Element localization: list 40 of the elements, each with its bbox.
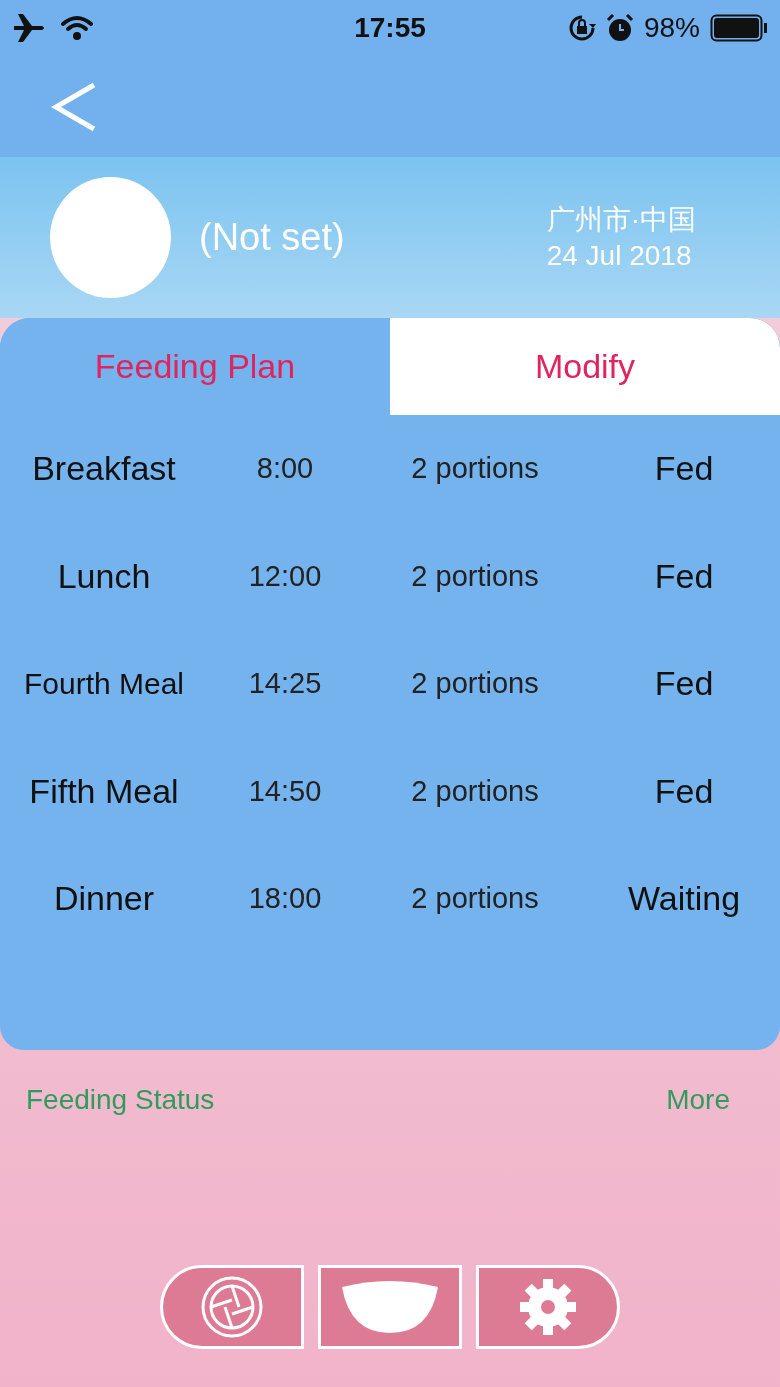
meal-status: Fed bbox=[653, 556, 715, 596]
feeding-status-title: Feeding Status bbox=[26, 1084, 215, 1116]
meal-status: Fed bbox=[653, 664, 715, 704]
rotation-lock-icon bbox=[567, 14, 596, 42]
meal-time: 14:25 bbox=[247, 667, 323, 701]
meal-time: 14:50 bbox=[247, 774, 323, 808]
meal-name: Dinner bbox=[52, 879, 156, 919]
date: 24 Jul 2018 bbox=[546, 238, 693, 273]
meal-name: Breakfast bbox=[31, 449, 177, 489]
meal-status: Waiting bbox=[626, 879, 742, 919]
battery-icon bbox=[710, 14, 768, 42]
alarm-icon bbox=[605, 14, 634, 42]
meal-name: Lunch bbox=[56, 556, 152, 596]
location: 广州市·中国 bbox=[546, 202, 696, 237]
meal-portions: 2 portions bbox=[410, 667, 540, 701]
meal-portions: 2 portions bbox=[410, 559, 540, 593]
clock-time: 17:55 bbox=[354, 12, 426, 44]
settings-icon bbox=[519, 1278, 577, 1336]
meal-portions: 2 portions bbox=[410, 882, 540, 916]
meal-time: 18:00 bbox=[247, 882, 323, 916]
toolbar-button[interactable] bbox=[318, 1265, 462, 1349]
aperture-icon bbox=[201, 1276, 263, 1338]
bowl-icon bbox=[340, 1279, 440, 1335]
meal-portions: 2 portions bbox=[410, 774, 540, 808]
airplane-icon bbox=[12, 13, 46, 43]
meal-portions: 2 portions bbox=[410, 452, 540, 486]
meal-time: 8:00 bbox=[255, 452, 315, 486]
meal-name: Fifth Meal bbox=[28, 771, 180, 811]
wifi-icon bbox=[60, 15, 94, 41]
meal-status: Fed bbox=[653, 449, 715, 489]
meal-time: 12:00 bbox=[247, 559, 323, 593]
back-button[interactable] bbox=[50, 80, 98, 133]
meal-status: Fed bbox=[653, 771, 715, 811]
meal-name: Fourth Meal bbox=[22, 666, 186, 701]
toolbar-button[interactable] bbox=[160, 1265, 304, 1349]
more-link[interactable]: More bbox=[666, 1084, 730, 1116]
toolbar-button[interactable] bbox=[476, 1265, 620, 1349]
battery-percent: 98% bbox=[643, 12, 700, 44]
tab[interactable]: Modify bbox=[390, 318, 780, 415]
profile-name: (Not set) bbox=[199, 216, 346, 259]
